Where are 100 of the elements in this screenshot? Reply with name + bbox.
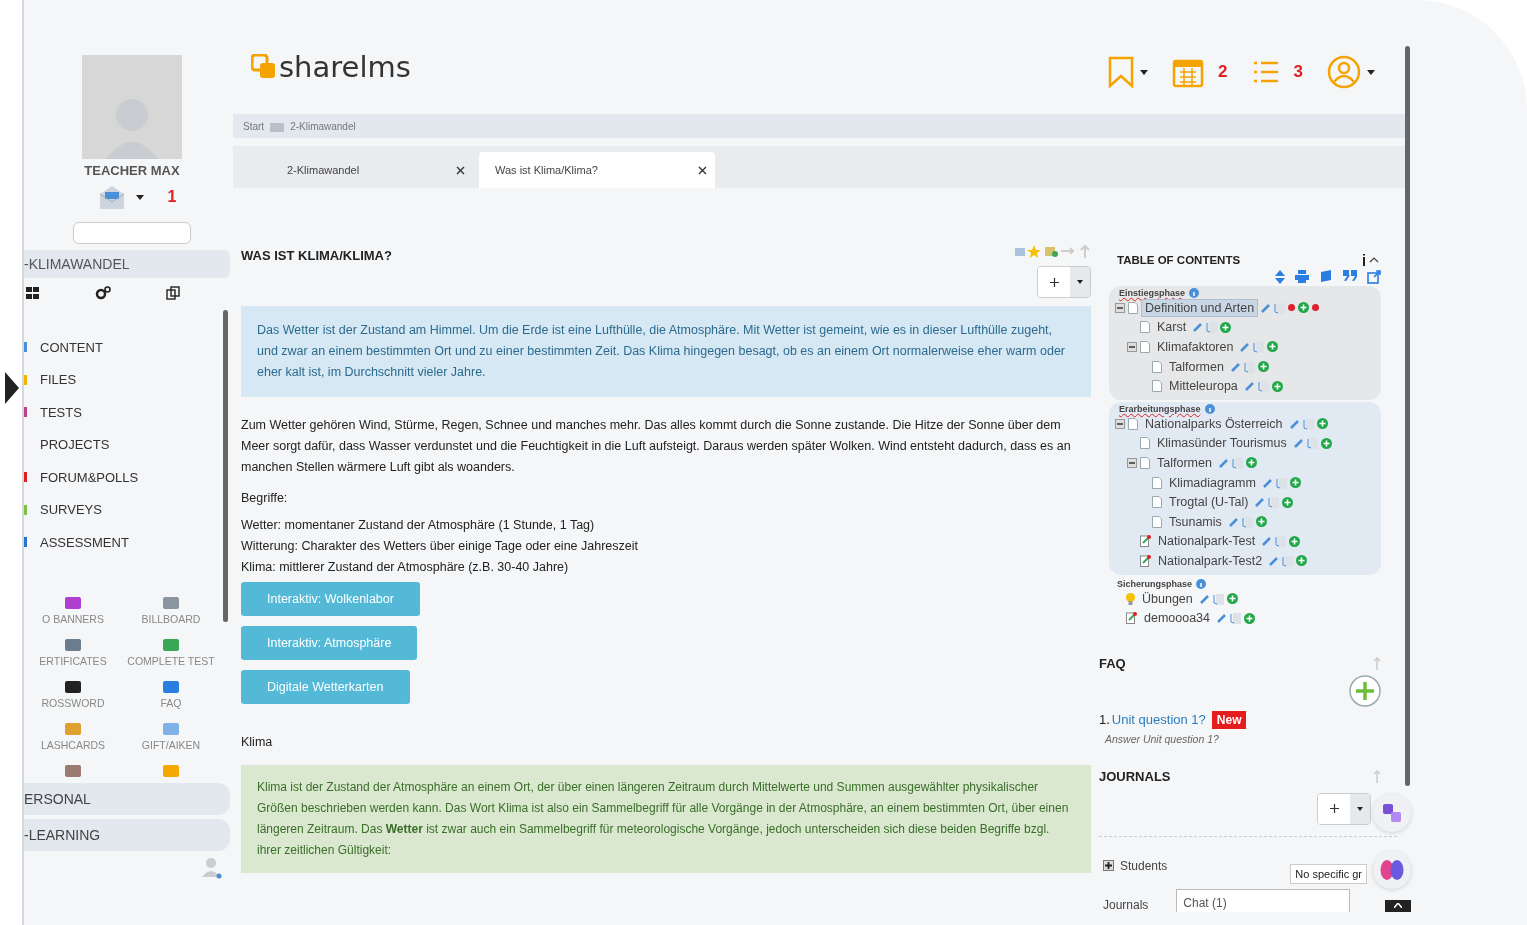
up-arrow-icon[interactable] bbox=[1373, 769, 1381, 783]
breadcrumb-link[interactable]: Start bbox=[243, 120, 265, 132]
external-link-icon[interactable] bbox=[1367, 270, 1381, 284]
grid-icon[interactable] bbox=[26, 287, 39, 299]
menu-item[interactable]: PROJECTS bbox=[40, 437, 110, 452]
document-icon[interactable] bbox=[1230, 612, 1242, 625]
expand-arrow-icon[interactable] bbox=[5, 372, 19, 404]
group-select[interactable]: No specific gr bbox=[1290, 863, 1367, 884]
dropdown-button[interactable] bbox=[1070, 267, 1090, 297]
toc-item[interactable]: Nationalpark-Test bbox=[1154, 532, 1260, 551]
document-icon[interactable] bbox=[1282, 554, 1294, 567]
tool-icon[interactable] bbox=[65, 639, 81, 651]
tree-toggle-icon[interactable] bbox=[1127, 342, 1137, 352]
translate-button[interactable] bbox=[1373, 793, 1411, 832]
document-icon[interactable] bbox=[1206, 321, 1218, 334]
document-icon[interactable] bbox=[1241, 515, 1253, 528]
document-icon[interactable] bbox=[1275, 476, 1287, 489]
toc-item[interactable]: Mitteleuropa bbox=[1165, 377, 1242, 396]
user-icon[interactable] bbox=[1327, 55, 1361, 89]
edit-icon[interactable] bbox=[1193, 322, 1204, 333]
caret-icon[interactable] bbox=[135, 194, 144, 200]
add-icon[interactable] bbox=[1255, 516, 1267, 528]
tab[interactable]: Was ist Klima/Klima? bbox=[479, 152, 715, 188]
search-field[interactable] bbox=[73, 222, 191, 244]
chat-toggle-button[interactable] bbox=[1385, 899, 1411, 912]
toc-item[interactable]: Nationalparks Österreich bbox=[1141, 414, 1287, 433]
scrollbar[interactable] bbox=[223, 310, 228, 622]
list-icon[interactable] bbox=[1251, 59, 1280, 85]
toc-item[interactable]: Talformen bbox=[1153, 453, 1216, 472]
edit-icon[interactable] bbox=[1262, 536, 1273, 547]
document-icon[interactable] bbox=[1268, 496, 1280, 509]
bookmark-icon[interactable] bbox=[1108, 56, 1135, 88]
edit-icon[interactable] bbox=[1228, 516, 1239, 527]
course-header[interactable]: -KLIMAWANDEL bbox=[24, 250, 230, 278]
tree-toggle-icon[interactable] bbox=[1103, 860, 1114, 872]
user-settings-icon[interactable] bbox=[202, 857, 222, 879]
edit-icon[interactable] bbox=[1255, 497, 1266, 508]
menu-item[interactable]: FILES bbox=[40, 372, 77, 387]
section-header[interactable]: ERSONAL bbox=[24, 783, 230, 815]
caret-icon[interactable] bbox=[1367, 69, 1375, 75]
add-icon[interactable] bbox=[1267, 341, 1279, 353]
document-icon[interactable] bbox=[1243, 360, 1255, 373]
edit-icon[interactable] bbox=[1244, 381, 1255, 392]
add-icon[interactable] bbox=[1316, 418, 1328, 430]
document-icon[interactable] bbox=[1302, 417, 1314, 430]
toc-item[interactable]: Klimadiagramm bbox=[1165, 473, 1260, 492]
tree-toggle-icon[interactable] bbox=[1115, 302, 1125, 313]
edit-icon[interactable] bbox=[1217, 613, 1228, 624]
add-icon[interactable] bbox=[1296, 555, 1308, 567]
edit-icon[interactable] bbox=[1218, 457, 1229, 468]
section-header[interactable]: -LEARNING bbox=[24, 819, 230, 851]
document-icon[interactable] bbox=[1231, 456, 1243, 469]
toc-item[interactable]: Übungen bbox=[1138, 589, 1197, 608]
copy-icon[interactable] bbox=[166, 286, 180, 300]
add-icon[interactable] bbox=[1298, 302, 1310, 314]
add-circle-icon[interactable] bbox=[1349, 674, 1381, 707]
edit-icon[interactable] bbox=[1240, 342, 1251, 352]
edit-icon[interactable] bbox=[1230, 361, 1241, 372]
sort-icon[interactable] bbox=[1275, 270, 1285, 284]
toolbar-icons-drawing[interactable] bbox=[1015, 244, 1091, 258]
edit-icon[interactable] bbox=[1262, 477, 1273, 488]
up-arrow-icon[interactable] bbox=[1373, 656, 1381, 670]
tree-toggle-icon[interactable] bbox=[1115, 418, 1125, 429]
book-icon[interactable] bbox=[1319, 270, 1333, 283]
add-icon[interactable] bbox=[1289, 535, 1301, 547]
add-icon[interactable] bbox=[1320, 437, 1332, 449]
question-link[interactable]: Unit question 1? bbox=[1111, 712, 1206, 728]
edit-icon[interactable] bbox=[1199, 593, 1210, 604]
tool-icon[interactable] bbox=[65, 681, 81, 693]
tree-toggle-icon[interactable] bbox=[1127, 457, 1137, 468]
ai-button[interactable] bbox=[1373, 850, 1411, 889]
chat-title[interactable]: Chat (1) bbox=[1183, 895, 1227, 910]
print-icon[interactable] bbox=[1295, 270, 1309, 283]
chat-window[interactable]: Chat (1) bbox=[1176, 888, 1351, 912]
tool-label[interactable]: O BANNERS bbox=[42, 613, 104, 625]
edit-icon[interactable] bbox=[1269, 555, 1280, 566]
caret-icon[interactable] bbox=[1140, 69, 1149, 75]
menu-item[interactable]: FORUM&POLLS bbox=[40, 469, 139, 485]
toc-item[interactable]: Nationalpark-Test2 bbox=[1154, 551, 1267, 570]
info-icon[interactable] bbox=[1361, 254, 1379, 266]
document-icon[interactable] bbox=[1253, 341, 1265, 353]
edit-icon[interactable] bbox=[1289, 418, 1300, 429]
close-icon[interactable] bbox=[456, 165, 465, 175]
add-icon[interactable] bbox=[1244, 612, 1256, 624]
document-icon[interactable] bbox=[1275, 535, 1287, 548]
add-icon[interactable] bbox=[1220, 321, 1232, 333]
menu-item[interactable]: TESTS bbox=[40, 404, 82, 420]
toc-item[interactable]: Trogtal (U-Tal) bbox=[1165, 493, 1253, 512]
edit-icon[interactable] bbox=[1261, 302, 1272, 313]
menu-item[interactable]: ASSESSMENT bbox=[40, 534, 129, 550]
toc-item[interactable]: Definition und Arten bbox=[1141, 298, 1259, 317]
close-icon[interactable] bbox=[698, 165, 707, 175]
add-icon[interactable] bbox=[1282, 496, 1294, 508]
add-icon[interactable] bbox=[1271, 380, 1283, 392]
tab[interactable]: 2-Klimawandel bbox=[237, 152, 473, 188]
toc-item[interactable]: Klimafaktoren bbox=[1153, 338, 1238, 356]
toc-item[interactable]: demoooa34 bbox=[1140, 609, 1215, 628]
tool-icon[interactable] bbox=[65, 765, 81, 777]
toc-item[interactable]: Tsunamis bbox=[1165, 512, 1226, 531]
dropdown-button[interactable] bbox=[1350, 793, 1370, 824]
